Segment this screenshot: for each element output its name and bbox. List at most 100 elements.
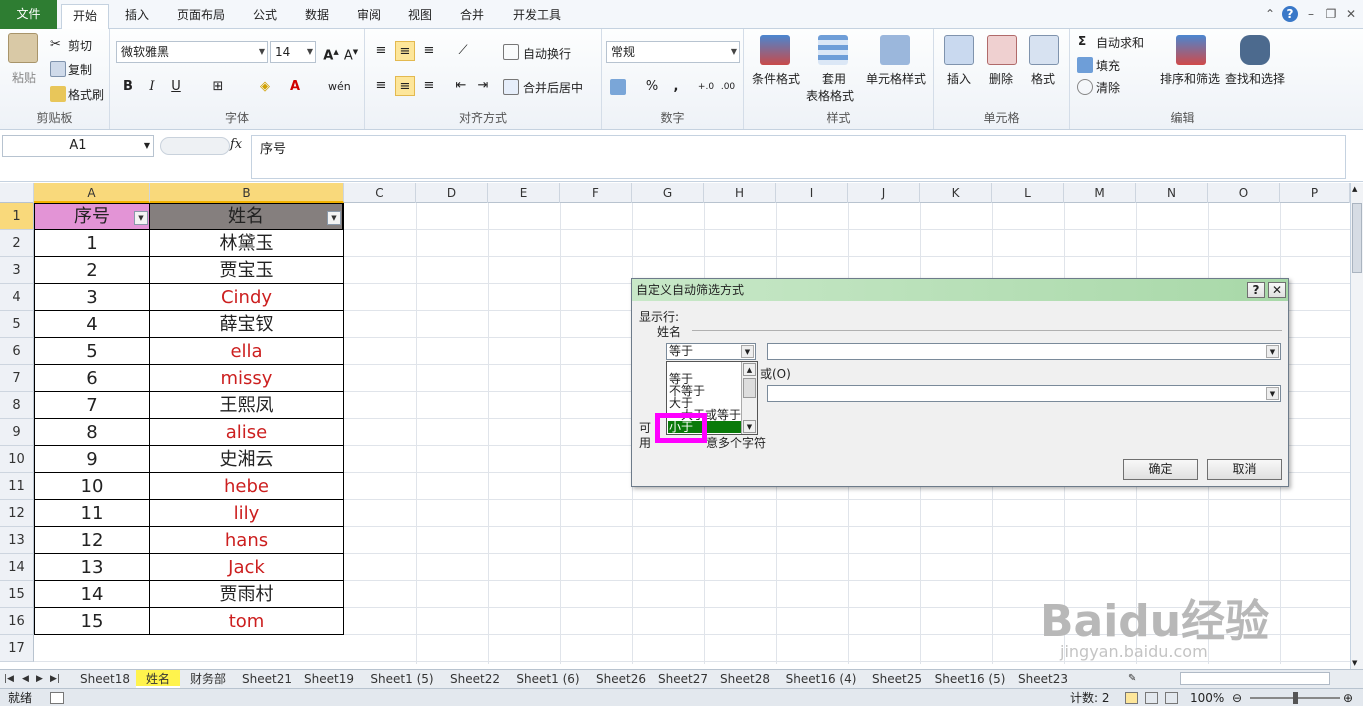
format-table-icon[interactable] [818,35,848,65]
operator-1-combo[interactable]: 等于 ▼ [666,343,756,360]
cell-seq[interactable]: 10 [34,473,150,500]
ok-button[interactable]: 确定 [1123,459,1198,480]
cell-name[interactable]: hebe [150,473,344,500]
cell-styles-button[interactable]: 单元格样式 [866,70,926,87]
normal-view-icon[interactable] [1125,692,1138,704]
macro-record-icon[interactable] [50,692,64,704]
sheet-tab[interactable]: Sheet22 [444,670,506,688]
dialog-help-button[interactable]: ? [1247,282,1265,298]
conditional-format-icon[interactable] [760,35,790,65]
row-header[interactable]: 8 [0,392,34,419]
formula-input[interactable]: 序号 [251,135,1346,179]
dialog-close-button[interactable]: ✕ [1268,282,1286,298]
restore-icon[interactable]: ❐ [1323,6,1339,22]
column-header-a[interactable]: A [34,183,150,203]
sheet-tab[interactable]: Sheet1 (5) [360,670,444,688]
insert-cells-button[interactable]: 插入 [947,70,971,87]
header-cell-b1[interactable]: 姓名 [150,203,344,230]
value-1-combo[interactable]: ▼ [767,343,1281,360]
row-header[interactable]: 1 [0,203,34,230]
number-format-combo[interactable]: 常规 ▼ [606,41,740,63]
format-painter-button[interactable]: 格式刷 [68,86,104,103]
grow-font-button[interactable]: A▲ [321,42,341,63]
align-right-icon[interactable]: ≡ [419,76,439,96]
select-all-corner[interactable] [0,183,34,203]
close-icon[interactable]: ✕ [1343,6,1359,22]
zoom-level[interactable]: 100% [1190,689,1224,707]
autosum-button[interactable]: 自动求和 [1096,34,1144,51]
sheet-nav-first-icon[interactable]: |◀ [4,670,14,688]
cell-name[interactable]: 林黛玉 [150,230,344,257]
tab-review[interactable]: 审阅 [349,4,389,29]
binoculars-icon[interactable] [1240,35,1270,65]
cell-seq[interactable]: 11 [34,500,150,527]
format-table-line2[interactable]: 表格格式 [806,87,854,104]
row-header[interactable]: 6 [0,338,34,365]
cell-seq[interactable]: 13 [34,554,150,581]
italic-button[interactable]: I [142,77,162,97]
delete-cells-icon[interactable] [987,35,1017,65]
fill-color-icon[interactable]: ◈ [255,77,275,97]
sheet-tab[interactable]: Sheet18 [74,670,136,688]
cell-seq[interactable]: 15 [34,608,150,635]
row-header[interactable]: 12 [0,500,34,527]
column-header-b[interactable]: B [150,183,344,203]
format-cells-button[interactable]: 格式 [1031,70,1055,87]
column-header-g[interactable]: G [632,183,704,203]
merge-center-button[interactable]: 合并后居中 [523,79,583,96]
cell-name[interactable]: 王熙凤 [150,392,344,419]
sheet-tab[interactable]: Sheet26 [590,670,652,688]
cell-seq[interactable]: 1 [34,230,150,257]
increase-decimal-icon[interactable]: +.0 [696,77,716,97]
horizontal-scrollbar[interactable] [1180,672,1330,685]
tab-page-layout[interactable]: 页面布局 [170,4,232,29]
cell-name[interactable]: Cindy [150,284,344,311]
list-scrollbar[interactable]: ▲ ▼ [741,362,757,434]
tab-merge[interactable]: 合并 [452,4,492,29]
cell-name[interactable]: Jack [150,554,344,581]
scroll-down-icon[interactable]: ▼ [743,420,756,433]
tab-view[interactable]: 视图 [400,4,440,29]
ribbon-minimize-icon[interactable]: ⌃ [1262,6,1278,22]
cell-name[interactable]: 贾雨村 [150,581,344,608]
column-header-m[interactable]: M [1064,183,1136,203]
row-header[interactable]: 2 [0,230,34,257]
name-box[interactable]: A1 ▼ [2,135,154,157]
sheet-tab[interactable]: Sheet21 [236,670,298,688]
cell-seq[interactable]: 5 [34,338,150,365]
column-header-k[interactable]: K [920,183,992,203]
cell-seq[interactable]: 14 [34,581,150,608]
row-header[interactable]: 15 [0,581,34,608]
orientation-icon[interactable]: ⟋ [453,41,473,61]
underline-button[interactable]: U [166,77,186,97]
font-name-combo[interactable]: 微软雅黑 ▼ [116,41,268,63]
clear-button[interactable]: 清除 [1096,79,1120,96]
sheet-tab[interactable]: 财务部 [180,670,236,688]
cell-name[interactable]: 贾宝玉 [150,257,344,284]
tab-formulas[interactable]: 公式 [245,4,285,29]
or-radio-label[interactable]: 或(O) [760,365,791,382]
tab-home[interactable]: 开始 [61,4,109,30]
insert-cells-icon[interactable] [944,35,974,65]
decrease-indent-icon[interactable]: ⇤ [451,76,471,96]
cell-styles-icon[interactable] [880,35,910,65]
row-header[interactable]: 9 [0,419,34,446]
sheet-tab[interactable]: Sheet23 [1012,670,1074,688]
insert-sheet-icon[interactable]: ✎ [1128,670,1144,688]
zoom-slider-thumb[interactable] [1293,692,1298,704]
row-header[interactable]: 17 [0,635,34,662]
align-bottom-icon[interactable]: ≡ [419,41,439,61]
column-header-c[interactable]: C [344,183,416,203]
cell-name[interactable]: lily [150,500,344,527]
cut-button[interactable]: 剪切 [68,37,92,54]
cell-seq[interactable]: 7 [34,392,150,419]
copy-button[interactable]: 复制 [68,61,92,78]
page-break-view-icon[interactable] [1165,692,1178,704]
find-select-button[interactable]: 查找和选择 [1225,70,1285,87]
sort-filter-icon[interactable] [1176,35,1206,65]
align-left-icon[interactable]: ≡ [371,76,391,96]
row-header[interactable]: 4 [0,284,34,311]
column-header-o[interactable]: O [1208,183,1280,203]
conditional-format-button[interactable]: 条件格式 [752,70,800,87]
row-header[interactable]: 5 [0,311,34,338]
